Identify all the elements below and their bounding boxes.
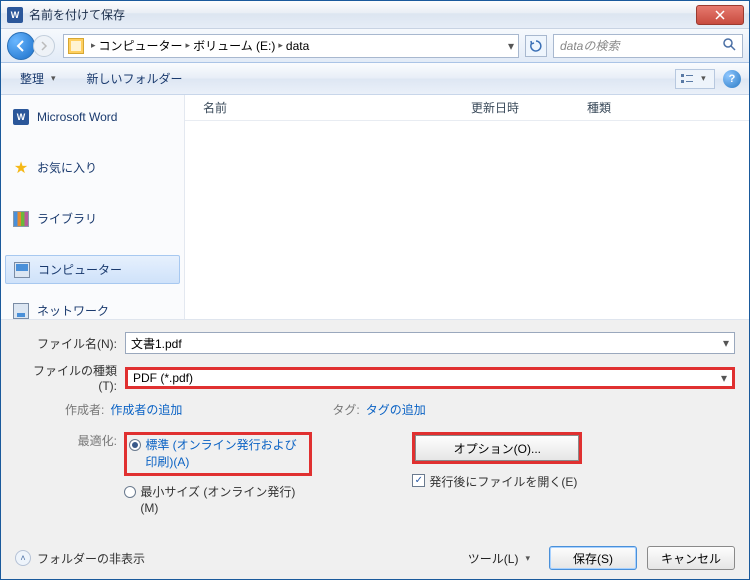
- address-bar[interactable]: ▸ コンピューター ▸ ボリューム (E:) ▸ data ▾: [63, 34, 519, 58]
- folder-icon: [68, 38, 84, 54]
- add-tag-link[interactable]: タグの追加: [366, 401, 426, 418]
- radio-icon: [129, 439, 141, 451]
- optimize-label: 最適化:: [71, 432, 121, 449]
- radio-icon: [124, 486, 136, 498]
- view-icon: [681, 74, 693, 84]
- lower-panel: ファイル名(N): 文書1.pdf ファイルの種類(T): PDF (*.pdf…: [1, 319, 749, 579]
- save-button[interactable]: 保存(S): [549, 546, 637, 570]
- author-label: 作成者:: [65, 401, 104, 418]
- col-type[interactable]: 種類: [587, 99, 687, 116]
- chevron-right-icon: ▸: [183, 40, 194, 51]
- view-mode-button[interactable]: ▾: [675, 69, 715, 89]
- filetype-dropdown[interactable]: PDF (*.pdf): [125, 367, 735, 389]
- add-author-link[interactable]: 作成者の追加: [110, 401, 182, 418]
- save-as-dialog: W 名前を付けて保存 ▸ コンピューター ▸ ボリューム (E:) ▸ data…: [0, 0, 750, 580]
- refresh-button[interactable]: [525, 35, 547, 57]
- nav-buttons: [7, 32, 55, 60]
- open-after-checkbox[interactable]: 発行後にファイルを開く(E): [412, 474, 582, 491]
- chevron-down-icon: ▾: [522, 553, 533, 564]
- word-icon: [13, 109, 29, 125]
- refresh-icon: [530, 40, 542, 52]
- checkbox-icon: [412, 474, 425, 487]
- close-icon: [715, 10, 725, 20]
- columns-header: 名前 更新日時 種類: [185, 95, 749, 121]
- libraries-icon: [13, 211, 29, 227]
- file-list[interactable]: 名前 更新日時 種類: [185, 95, 749, 319]
- window-title: 名前を付けて保存: [29, 6, 125, 23]
- search-icon: [722, 37, 736, 54]
- search-input[interactable]: dataの検索: [553, 34, 743, 58]
- network-icon: [13, 303, 29, 319]
- chevron-down-icon: ▾: [48, 73, 59, 84]
- filename-input[interactable]: 文書1.pdf: [125, 332, 735, 354]
- tools-dropdown[interactable]: ツール(L) ▾: [462, 548, 539, 569]
- navigation-pane: Microsoft Word ★ お気に入り ライブラリ コンピューター ネット…: [1, 95, 185, 319]
- options-button[interactable]: オプション(O)...: [415, 435, 579, 461]
- sidebar-item-network[interactable]: ネットワーク: [1, 296, 184, 319]
- forward-button[interactable]: [33, 35, 55, 57]
- chevron-down-icon: ▾: [698, 73, 709, 84]
- star-icon: ★: [13, 160, 29, 176]
- new-folder-button[interactable]: 新しいフォルダー: [76, 66, 194, 91]
- radio-standard[interactable]: 標準 (オンライン発行および印刷)(A): [129, 437, 305, 471]
- back-arrow-icon: [14, 39, 28, 53]
- help-button[interactable]: ?: [723, 70, 741, 88]
- sidebar-item-libraries[interactable]: ライブラリ: [1, 204, 184, 233]
- breadcrumb-seg1[interactable]: コンピューター: [99, 37, 183, 54]
- cancel-button[interactable]: キャンセル: [647, 546, 735, 570]
- hide-folders-button[interactable]: ˄ フォルダーの非表示: [15, 550, 145, 567]
- chevron-right-icon: ▸: [88, 40, 99, 51]
- command-bar: 整理▾ 新しいフォルダー ▾ ?: [1, 63, 749, 95]
- forward-arrow-icon: [39, 41, 49, 51]
- col-name[interactable]: 名前: [203, 99, 471, 116]
- address-dropdown-icon[interactable]: ▾: [508, 39, 514, 53]
- footer-bar: ˄ フォルダーの非表示 ツール(L) ▾ 保存(S) キャンセル: [1, 537, 749, 579]
- radio-minimum[interactable]: 最小サイズ (オンライン発行)(M): [124, 484, 312, 518]
- tag-label: タグ:: [332, 401, 359, 418]
- filetype-label: ファイルの種類(T):: [15, 362, 125, 393]
- organize-button[interactable]: 整理▾: [9, 66, 70, 91]
- close-button[interactable]: [696, 5, 744, 25]
- search-placeholder: dataの検索: [560, 37, 619, 54]
- sidebar-item-computer[interactable]: コンピューター: [5, 255, 180, 284]
- nav-bar: ▸ コンピューター ▸ ボリューム (E:) ▸ data ▾ dataの検索: [1, 29, 749, 63]
- main-pane: Microsoft Word ★ お気に入り ライブラリ コンピューター ネット…: [1, 95, 749, 319]
- chevron-up-icon: ˄: [15, 550, 31, 566]
- back-button[interactable]: [7, 32, 35, 60]
- breadcrumb-seg2[interactable]: ボリューム (E:): [193, 37, 275, 54]
- title-bar: W 名前を付けて保存: [1, 1, 749, 29]
- chevron-right-icon: ▸: [275, 40, 286, 51]
- computer-icon: [14, 262, 30, 278]
- word-app-icon: W: [7, 7, 23, 23]
- sidebar-item-favorites[interactable]: ★ お気に入り: [1, 153, 184, 182]
- sidebar-item-word[interactable]: Microsoft Word: [1, 103, 184, 131]
- col-date[interactable]: 更新日時: [471, 99, 587, 116]
- filename-label: ファイル名(N):: [15, 335, 125, 352]
- breadcrumb-seg3[interactable]: data: [286, 39, 309, 53]
